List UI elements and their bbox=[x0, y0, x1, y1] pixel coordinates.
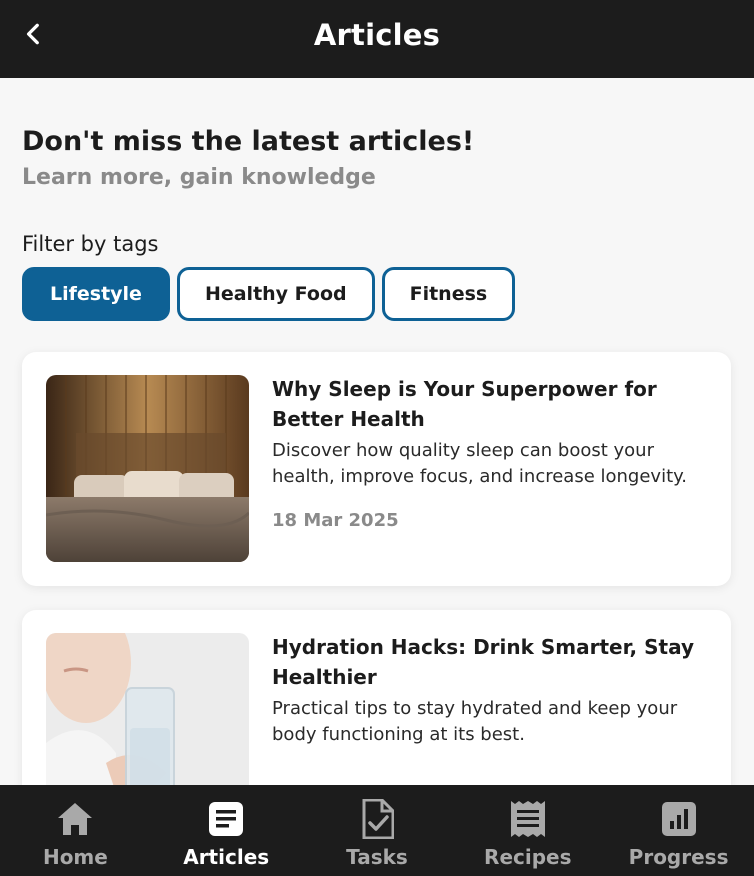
article-body: Why Sleep is Your Superpower for Better … bbox=[272, 374, 712, 531]
nav-progress[interactable]: Progress bbox=[603, 785, 754, 876]
filter-label: Filter by tags bbox=[22, 232, 159, 256]
nav-label: Recipes bbox=[484, 845, 572, 869]
chevron-left-icon bbox=[26, 23, 39, 45]
intro-subtitle: Learn more, gain knowledge bbox=[22, 165, 376, 190]
intro-section: Don't miss the latest articles! Learn mo… bbox=[22, 126, 732, 190]
article-description: Discover how quality sleep can boost you… bbox=[272, 440, 687, 487]
tag-filter-list: Lifestyle Healthy Food Fitness bbox=[22, 267, 516, 321]
article-date: 18 Mar 2025 bbox=[272, 510, 399, 531]
article-body: Hydration Hacks: Drink Smarter, Stay Hea… bbox=[272, 632, 712, 748]
articles-screen: Articles Don't miss the latest articles!… bbox=[0, 0, 754, 876]
nav-label: Home bbox=[42, 845, 108, 869]
home-icon bbox=[55, 799, 95, 839]
back-button[interactable] bbox=[14, 14, 54, 54]
tag-healthy-food[interactable]: Healthy Food bbox=[176, 267, 375, 321]
task-icon bbox=[357, 799, 397, 839]
app-header: Articles bbox=[0, 0, 754, 78]
article-image-bedroom bbox=[46, 375, 249, 562]
nav-label: Articles bbox=[183, 845, 270, 869]
tag-lifestyle[interactable]: Lifestyle bbox=[22, 267, 170, 321]
nav-label: Progress bbox=[628, 845, 729, 869]
nav-recipes[interactable]: Recipes bbox=[452, 785, 603, 876]
article-description: Practical tips to stay hydrated and keep… bbox=[272, 698, 678, 745]
bottom-navigation: Home Articles Tasks Recipes Progress bbox=[0, 785, 754, 876]
bedroom-photo-icon bbox=[46, 375, 249, 562]
article-icon bbox=[206, 799, 246, 839]
nav-label: Tasks bbox=[346, 845, 408, 869]
nav-articles[interactable]: Articles bbox=[151, 785, 302, 876]
tag-fitness[interactable]: Fitness bbox=[381, 267, 516, 321]
article-card[interactable]: Why Sleep is Your Superpower for Better … bbox=[22, 352, 731, 586]
bar-chart-icon bbox=[659, 799, 699, 839]
intro-title: Don't miss the latest articles! bbox=[22, 126, 475, 157]
article-title: Why Sleep is Your Superpower for Better … bbox=[272, 377, 657, 431]
page-title: Articles bbox=[313, 18, 441, 52]
receipt-icon bbox=[508, 799, 548, 839]
article-title: Hydration Hacks: Drink Smarter, Stay Hea… bbox=[272, 635, 694, 689]
nav-tasks[interactable]: Tasks bbox=[302, 785, 453, 876]
nav-home[interactable]: Home bbox=[0, 785, 151, 876]
